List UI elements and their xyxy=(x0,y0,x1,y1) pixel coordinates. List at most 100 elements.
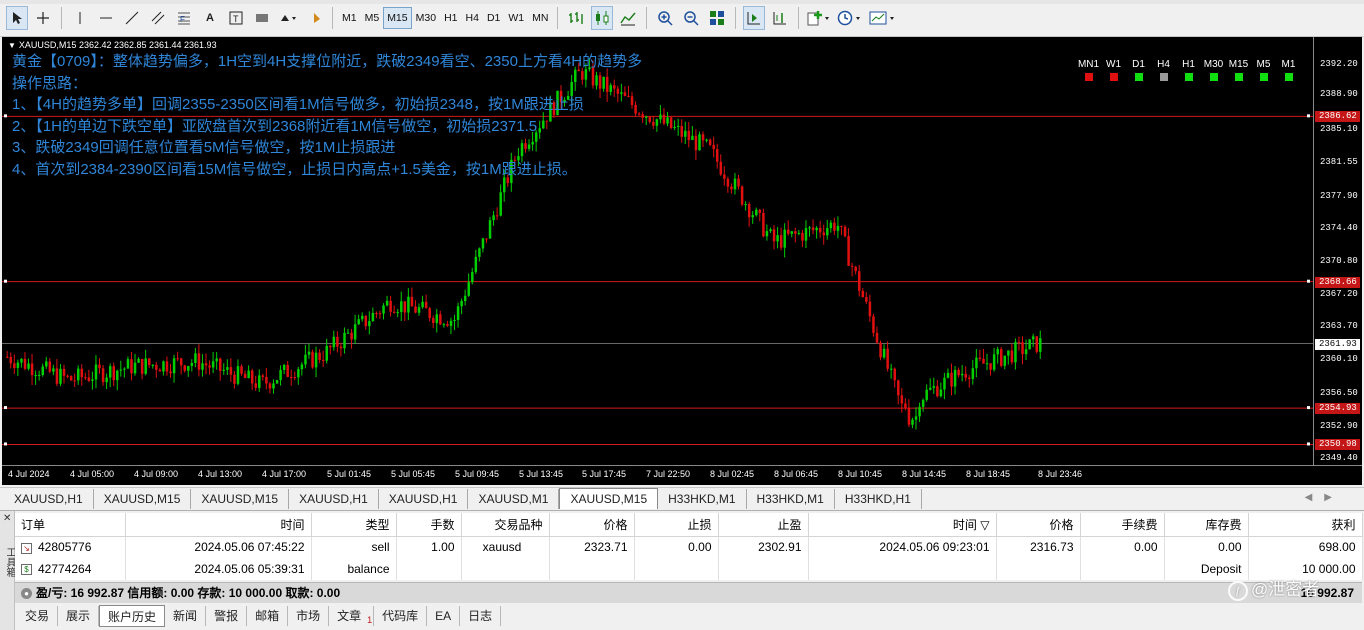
column-header[interactable]: 止损 xyxy=(634,513,719,537)
bar-chart-icon[interactable] xyxy=(565,6,587,30)
candle-body xyxy=(840,225,843,227)
table-row[interactable]: ↘ 42805776 2024.05.06 07:45:22 sell 1.00 xauu… xyxy=(15,536,1363,558)
chart-tab[interactable]: H33HKD,H1 xyxy=(835,489,922,509)
candle-body xyxy=(321,360,325,362)
candle-body xyxy=(421,301,424,308)
column-header[interactable]: 获利 xyxy=(1248,513,1363,537)
candle-body xyxy=(442,324,446,326)
tab-scroll-arrows[interactable]: ◀▶ xyxy=(1305,492,1344,503)
equidistant-channel-icon[interactable] xyxy=(147,6,169,30)
text-label-tool-icon[interactable]: T xyxy=(225,6,247,30)
candle-body xyxy=(361,315,364,320)
terminal-tab[interactable]: 代码库 xyxy=(374,605,428,626)
price-chart[interactable]: ▼ XAUUSD,M15 2362.42 2362.85 2361.44 2361… xyxy=(2,37,1313,465)
terminal-tab-label: 代码库 xyxy=(382,608,419,623)
candle-body xyxy=(37,374,41,376)
column-header[interactable]: 价格 xyxy=(996,513,1081,537)
auto-scroll-icon[interactable] xyxy=(743,6,766,30)
terminal-tabs: 交易 展示 账户历史 新闻 警报 邮箱 市场 文章 1 代码库 EA 日志 xyxy=(15,604,1364,627)
chart-tab[interactable]: XAUUSD,H1 xyxy=(4,489,94,509)
vertical-line-tool-icon[interactable] xyxy=(69,6,91,30)
terminal-tab[interactable]: 警报 xyxy=(206,605,248,626)
timeframe-mn-button[interactable]: MN xyxy=(528,7,552,29)
time-tick-label: 8 Jul 06:45 xyxy=(774,469,819,479)
chart-tab[interactable]: XAUUSD,H1 xyxy=(289,489,379,509)
table-row[interactable]: $42774264 2024.05.06 05:39:31 balance Depos… xyxy=(15,558,1363,580)
candle-body xyxy=(116,370,119,381)
crosshair-tool-icon[interactable] xyxy=(32,6,54,30)
arrows-tool-icon[interactable] xyxy=(277,6,299,30)
terminal-tab-label: 邮箱 xyxy=(255,608,280,623)
column-header[interactable]: 手续费 xyxy=(1080,513,1165,537)
terminal-tab[interactable]: 新闻 xyxy=(165,605,207,626)
column-header[interactable]: 类型 xyxy=(311,513,397,537)
candle-body xyxy=(368,321,371,327)
insert-object-icon[interactable] xyxy=(303,6,325,30)
templates-menu-icon[interactable] xyxy=(868,6,898,30)
candlestick-chart-icon[interactable] xyxy=(591,6,614,30)
candle-body xyxy=(669,117,673,129)
timeframe-m30-button[interactable]: M30 xyxy=(412,7,440,29)
indicators-menu-icon[interactable] xyxy=(806,6,832,30)
table-cell: 2024.05.06 07:45:22 xyxy=(125,536,312,558)
zoom-out-icon[interactable] xyxy=(680,6,702,30)
candle-body xyxy=(375,312,378,314)
column-header[interactable]: 手数 xyxy=(396,513,462,537)
timeframe-m15-button[interactable]: M15 xyxy=(383,7,412,29)
time-tick-label: 5 Jul 17:45 xyxy=(582,469,627,479)
terminal-tab[interactable]: 账户历史 xyxy=(99,604,166,627)
chart-tab[interactable]: H33HKD,M1 xyxy=(747,489,835,509)
candle-body xyxy=(463,295,467,302)
column-header[interactable]: 订单 xyxy=(15,513,126,537)
watermark-text: @泄密者 xyxy=(1251,580,1320,599)
candle-body xyxy=(726,178,730,187)
zoom-in-icon[interactable] xyxy=(654,6,676,30)
rectangle-tool-icon[interactable] xyxy=(251,6,273,30)
chart-tab[interactable]: XAUUSD,M15 xyxy=(559,488,659,509)
terminal-tab[interactable]: 邮箱 xyxy=(247,605,289,626)
terminal-tab[interactable]: 文章 1 xyxy=(329,605,375,626)
candle-body xyxy=(265,376,268,384)
timeframe-d1-button[interactable]: D1 xyxy=(483,7,504,29)
candle-body xyxy=(190,363,194,367)
timeframe-m5-button[interactable]: M5 xyxy=(361,7,384,29)
chart-shift-icon[interactable] xyxy=(769,6,791,30)
fibonacci-tool-icon[interactable]: F xyxy=(173,6,195,30)
horizontal-line-tool-icon[interactable] xyxy=(95,6,117,30)
column-header[interactable]: 止盈 xyxy=(718,513,809,537)
timeframe-m1-button[interactable]: M1 xyxy=(338,7,361,29)
terminal-tab[interactable]: 展示 xyxy=(58,605,100,626)
chart-tab[interactable]: XAUUSD,M15 xyxy=(191,489,290,509)
terminal-tab[interactable]: 交易 xyxy=(17,605,59,626)
candle-body xyxy=(992,354,996,370)
chart-tab[interactable]: XAUUSD,M15 xyxy=(94,489,192,509)
terminal-tab[interactable]: EA xyxy=(427,605,461,626)
column-header[interactable]: 时间 ▽ xyxy=(808,513,997,537)
close-icon[interactable]: ✕ xyxy=(3,513,11,524)
timeframe-w1-button[interactable]: W1 xyxy=(504,7,528,29)
candle-body xyxy=(204,363,208,366)
trend-line-tool-icon[interactable] xyxy=(121,6,143,30)
column-header[interactable]: 时间 xyxy=(125,513,312,537)
timeframe-h4-button[interactable]: H4 xyxy=(462,7,483,29)
candle-body xyxy=(382,305,385,314)
terminal-tab[interactable]: 日志 xyxy=(460,605,502,626)
candle-body xyxy=(282,364,286,370)
chart-tab[interactable]: H33HKD,M1 xyxy=(658,489,747,509)
table-cell: 2024.05.06 05:39:31 xyxy=(125,558,312,580)
table-cell: 1.00 xyxy=(396,536,462,558)
timeframe-h1-button[interactable]: H1 xyxy=(440,7,461,29)
tile-windows-icon[interactable] xyxy=(706,6,728,30)
price-tick-label: 2363.70 xyxy=(1320,321,1358,332)
line-chart-icon[interactable] xyxy=(617,6,639,30)
collapse-triangle-icon[interactable]: ▼ xyxy=(8,41,16,50)
terminal-tab[interactable]: 市场 xyxy=(288,605,330,626)
text-tool-icon[interactable]: A xyxy=(199,6,221,30)
column-header[interactable]: 库存费 xyxy=(1164,513,1249,537)
column-header[interactable]: 价格 xyxy=(549,513,635,537)
chart-tab[interactable]: XAUUSD,H1 xyxy=(379,489,469,509)
cursor-tool-icon[interactable] xyxy=(6,6,28,30)
periods-menu-icon[interactable] xyxy=(836,6,864,30)
chart-tab[interactable]: XAUUSD,M1 xyxy=(468,489,560,509)
column-header[interactable]: 交易品种 xyxy=(461,513,550,537)
